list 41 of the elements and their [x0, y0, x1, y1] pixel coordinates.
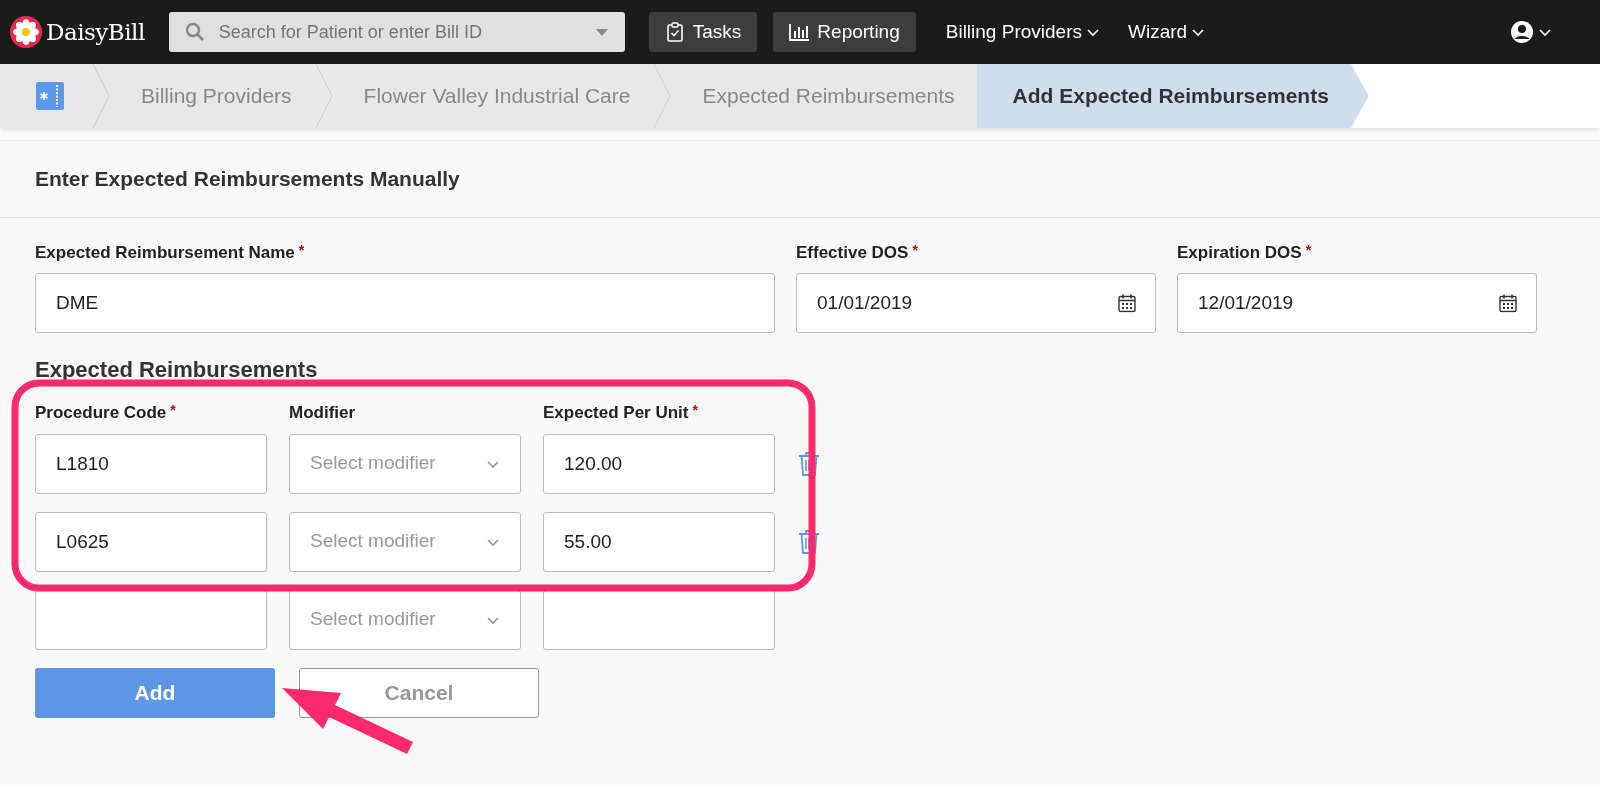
- input-field[interactable]: [35, 589, 267, 650]
- field-label: Effective DOS *: [796, 240, 919, 264]
- search-icon: [184, 22, 205, 42]
- calendar-icon[interactable]: [1499, 293, 1517, 313]
- caret-icon[interactable]: [594, 27, 609, 37]
- clipboard-check-icon: [664, 22, 685, 42]
- nav-button[interactable]: Reporting: [773, 12, 916, 52]
- trash-icon[interactable]: [797, 528, 821, 555]
- field-label: Expected Per Unit *: [543, 401, 699, 424]
- input-field[interactable]: [543, 589, 775, 650]
- nav-dropdown[interactable]: Wizard: [1114, 17, 1220, 47]
- input-field[interactable]: 55.00: [543, 511, 775, 572]
- chevron-down-icon: [1538, 26, 1552, 38]
- input-field[interactable]: 12/01/2019: [1177, 273, 1537, 333]
- field-label: Modifier: [289, 402, 357, 424]
- input-field[interactable]: L1810: [35, 433, 267, 494]
- input-field[interactable]: 01/01/2019: [796, 273, 1156, 333]
- chevron-down-icon: [1086, 26, 1100, 38]
- section-title: Expected Reimbursements: [35, 356, 319, 384]
- input-field[interactable]: DME: [35, 273, 775, 333]
- breadcrumb-divider: [313, 64, 334, 128]
- chevron-down-icon: [1191, 26, 1206, 38]
- brand-name[interactable]: DaisyBill: [46, 14, 145, 50]
- input-field[interactable]: L0625: [35, 511, 267, 572]
- search-field[interactable]: Search for Patient or enter Bill ID: [168, 12, 625, 52]
- calendar-icon[interactable]: [1118, 293, 1136, 313]
- nav-button[interactable]: Tasks: [648, 12, 758, 52]
- bar-chart-icon: [789, 22, 810, 42]
- field-label: Procedure Code *: [35, 401, 177, 424]
- user-avatar-icon: [1510, 20, 1534, 44]
- breadcrumb-divider: [652, 64, 673, 128]
- daisy-logo-icon[interactable]: [10, 16, 42, 48]
- breadcrumb-divider: [91, 64, 111, 128]
- breadcrumb-link[interactable]: Add Expected Reimbursements: [976, 64, 1369, 128]
- input-field[interactable]: 120.00: [543, 433, 775, 494]
- form-title: Enter Expected Reimbursements Manually: [0, 140, 1600, 218]
- nav-dropdown[interactable]: Billing Providers: [931, 17, 1114, 47]
- field-label: Expected Reimbursement Name *: [35, 240, 306, 264]
- document-icon[interactable]: [35, 81, 65, 111]
- trash-icon[interactable]: [797, 450, 821, 477]
- field-label: Expiration DOS *: [1177, 240, 1313, 264]
